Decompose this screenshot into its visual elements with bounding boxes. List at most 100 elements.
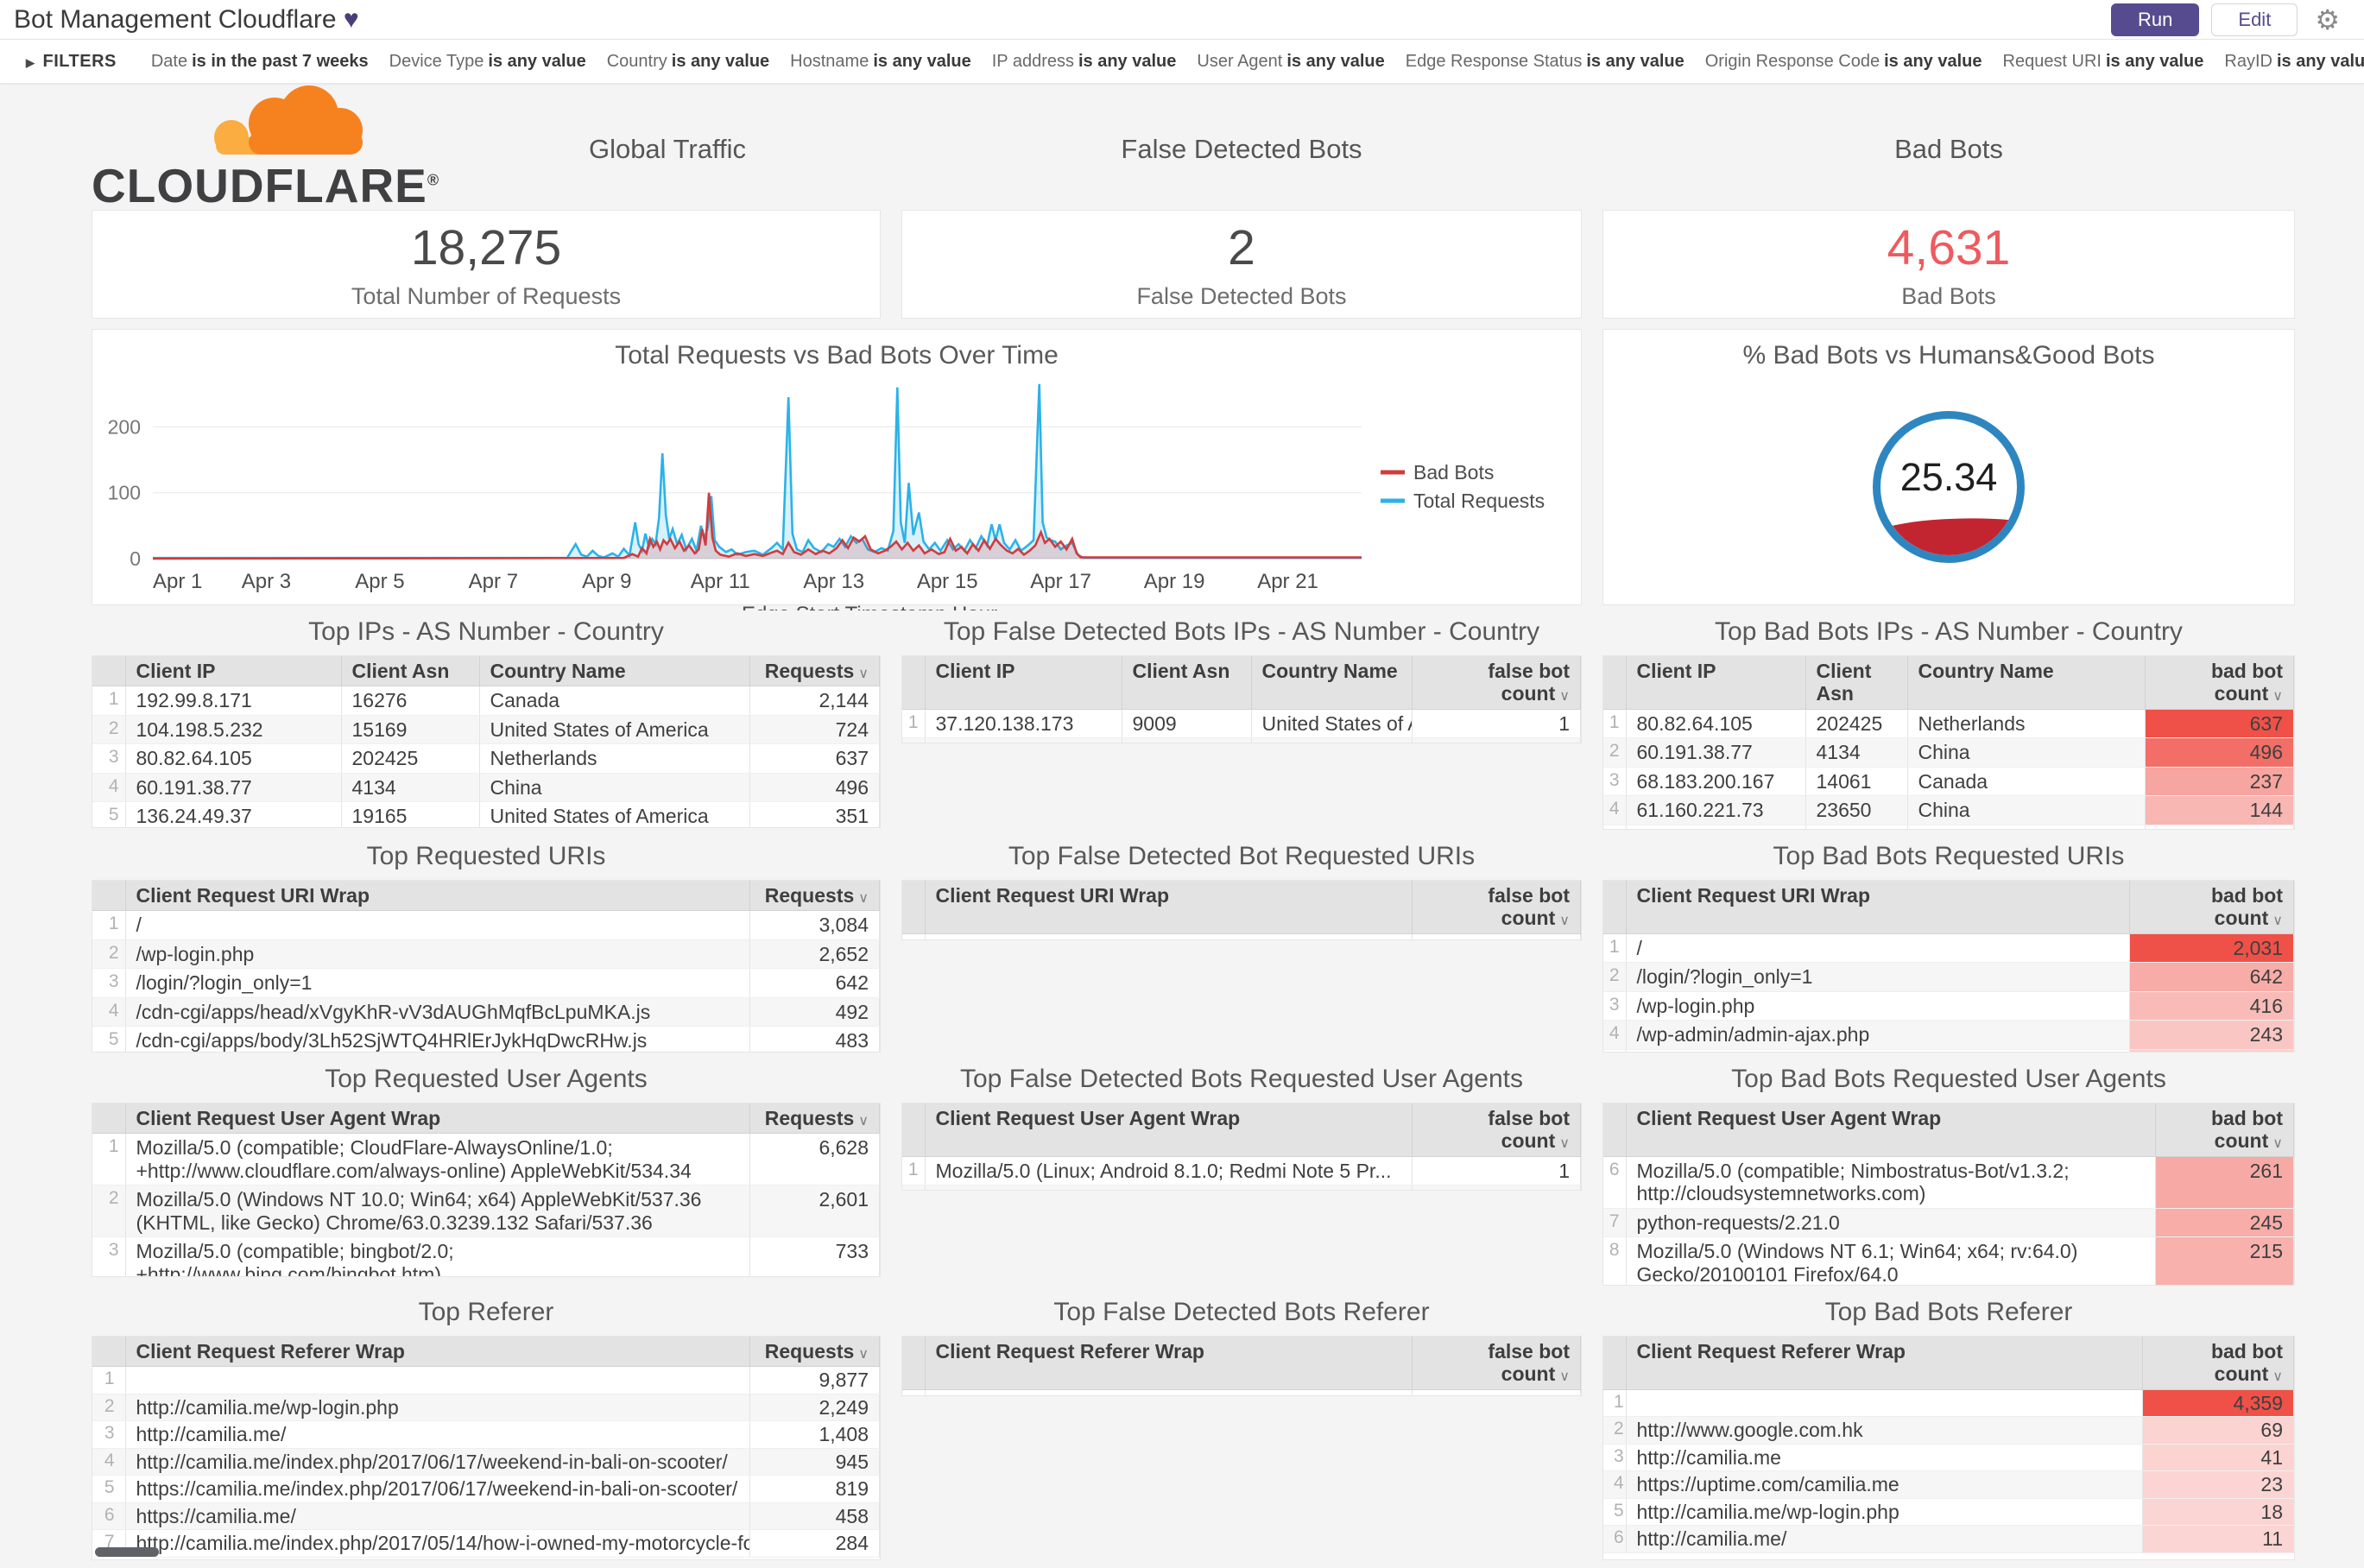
gauge-value: 25.34 xyxy=(1899,455,1998,499)
data-table-card: Client Request User Agent Wrap false bot … xyxy=(901,1103,1582,1191)
column-header[interactable]: Requests ∨ xyxy=(749,656,880,687)
column-header[interactable]: Client Asn xyxy=(1805,656,1908,710)
column-header[interactable]: Requests ∨ xyxy=(749,881,880,912)
table-cell: China xyxy=(1907,737,2146,768)
timeseries-card: Total Requests vs Bad Bots Over Time 0 10… xyxy=(92,329,1582,626)
row-number: 1 xyxy=(902,1156,926,1186)
column-header[interactable]: Client Request URI Wrap xyxy=(924,881,1413,934)
column-header[interactable]: Client IP xyxy=(1625,656,1806,710)
edit-button[interactable]: Edit xyxy=(2211,3,2298,36)
filter-condition: is any value xyxy=(1286,51,1385,71)
table-cell: 9,877 xyxy=(749,1366,880,1394)
data-table: Client Request Referer Wrap Requests ∨ 1 9,8… xyxy=(92,1337,880,1558)
table-row: 7 python-requests/2.21.0 245 xyxy=(1603,1208,2294,1238)
column-header[interactable]: Client Request Referer Wrap xyxy=(1625,1337,2143,1390)
filter-item[interactable]: IP address is any value xyxy=(992,52,1177,72)
table-cell: Canada xyxy=(479,686,750,716)
column-header[interactable]: Client Request User Agent Wrap xyxy=(924,1103,1413,1157)
data-table: Client Request URI Wrap Requests ∨ 1/3,084 2… xyxy=(92,881,880,1052)
topbar-actions: Run Edit ⚙ xyxy=(2111,3,2340,36)
column-header[interactable]: false bot count ∨ xyxy=(1412,1103,1581,1157)
row-number: 6 xyxy=(92,1502,126,1531)
sort-caret-icon: ∨ xyxy=(1559,1136,1570,1152)
filters-toggle[interactable]: ▶ FILTERS xyxy=(26,52,117,72)
table-cell: 59.100.254.130 xyxy=(925,737,1122,743)
table-cell: 60.191.38.77 xyxy=(125,773,342,803)
legend-item[interactable]: Bad Bots xyxy=(1413,461,1494,484)
table-header-row: Client Request URI Wrap false bot count ∨ xyxy=(902,881,1581,934)
x-axis-tick: Apr 7 xyxy=(469,570,518,593)
table-row: 2 60.191.38.77 4134 China 496 xyxy=(1603,737,2294,768)
column-header[interactable]: Client IP xyxy=(924,656,1122,710)
row-number: 5 xyxy=(92,1026,126,1052)
row-number-header xyxy=(902,881,926,934)
column-header[interactable]: Country Name xyxy=(478,656,750,687)
page-title: Bot Management Cloudflare ♥ xyxy=(14,5,359,35)
filter-item[interactable]: Hostname is any value xyxy=(790,52,971,72)
row-number: 1 xyxy=(1603,933,1627,964)
gear-icon[interactable]: ⚙ xyxy=(2315,6,2340,34)
filter-item[interactable]: Date is in the past 7 weeks xyxy=(151,52,369,72)
column-header[interactable]: Country Name xyxy=(1250,656,1413,710)
filter-field: Hostname xyxy=(790,51,869,71)
table-header-row: Client Request Referer Wrap Requests ∨ xyxy=(92,1337,880,1368)
filter-field: User Agent xyxy=(1197,51,1283,71)
column-header[interactable]: Requests ∨ xyxy=(749,1337,880,1368)
table-row: 3 http://camilia.me/1,408 xyxy=(92,1420,880,1449)
table-cell: 124 xyxy=(2129,1049,2294,1052)
filter-item[interactable]: Request URI is any value xyxy=(2003,52,2204,72)
x-axis-tick: Apr 11 xyxy=(691,570,750,593)
table-cell: 2 xyxy=(1412,1389,1581,1395)
filter-condition: is any value xyxy=(1078,51,1177,71)
table-cell: 237 xyxy=(2145,767,2294,797)
column-header[interactable]: Client Request Referer Wrap xyxy=(124,1337,750,1368)
column-header[interactable]: false bot count ∨ xyxy=(1412,881,1581,934)
filter-item[interactable]: Edge Response Status is any value xyxy=(1406,52,1685,72)
row-number-header xyxy=(92,1337,126,1368)
column-header[interactable]: bad bot count ∨ xyxy=(2155,1103,2294,1157)
table-sections: Top IPs - AS Number - Country Top False D… xyxy=(92,617,2298,1560)
table-cell: 637 xyxy=(2145,709,2294,739)
column-header[interactable]: bad bot count ∨ xyxy=(2142,1337,2294,1390)
filter-item[interactable]: Country is any value xyxy=(607,52,769,72)
run-button[interactable]: Run xyxy=(2111,3,2200,36)
column-header[interactable]: Client IP xyxy=(124,656,342,687)
legend-item[interactable]: Total Requests xyxy=(1413,490,1545,512)
column-header[interactable]: bad bot count ∨ xyxy=(2129,881,2294,934)
table-header-row: Client Request User Agent Wrap bad bot co… xyxy=(1603,1103,2294,1157)
table-cell: Netherlands xyxy=(479,743,750,774)
column-header[interactable]: Country Name xyxy=(1906,656,2146,710)
column-header[interactable]: Client Asn xyxy=(340,656,480,687)
row-number: 4 xyxy=(1603,795,1627,825)
section-title: Top False Detected Bot Requested URIs xyxy=(1008,842,1476,870)
column-header[interactable]: bad bot count ∨ xyxy=(2145,656,2294,710)
column-header[interactable]: Client Request Referer Wrap xyxy=(924,1337,1413,1390)
row-number: 4 xyxy=(1603,1470,1627,1499)
filter-item[interactable]: Origin Response Code is any value xyxy=(1705,52,1982,72)
sort-caret-icon: ∨ xyxy=(2272,1369,2283,1385)
table-row: 2/wp-login.php 2,652 xyxy=(92,939,880,970)
filter-item[interactable]: Device Type is any value xyxy=(389,52,586,72)
filter-item[interactable]: RayIDis any value xyxy=(2224,52,2364,72)
data-table: Client IP Client Asn Country Name false bot… xyxy=(902,656,1581,743)
row-number-header xyxy=(92,656,126,687)
table-cell: https://camilia.me/index.php/2017/06/17/… xyxy=(125,1475,750,1503)
table-cell: 2,249 xyxy=(749,1394,880,1422)
column-header[interactable]: Client Request URI Wrap xyxy=(1625,881,2130,934)
data-table: Client Request User Agent Wrap bad bot co… xyxy=(1603,1103,2294,1285)
horizontal-scrollbar-thumb[interactable] xyxy=(95,1547,159,1557)
column-header[interactable]: Requests ∨ xyxy=(749,1103,880,1135)
row-number: 3 xyxy=(92,743,126,774)
column-header[interactable]: Client Asn xyxy=(1121,656,1252,710)
gauge-title: % Bad Bots vs Humans&Good Bots xyxy=(1742,341,2155,370)
column-header[interactable]: false bot count ∨ xyxy=(1412,656,1581,710)
table-row: 3/login/?login_only=1 642 xyxy=(92,968,880,998)
column-header[interactable]: Client Request URI Wrap xyxy=(124,881,750,912)
table-cell: 144 xyxy=(2145,795,2294,825)
column-header[interactable]: Client Request User Agent Wrap xyxy=(1625,1103,2156,1157)
column-header[interactable]: Client Request User Agent Wrap xyxy=(124,1103,750,1135)
column-header[interactable]: false bot count ∨ xyxy=(1412,1337,1581,1390)
table-header-row: Client Request Referer Wrap false bot cou… xyxy=(902,1337,1581,1390)
filter-field: Edge Response Status xyxy=(1405,51,1583,71)
filter-item[interactable]: User Agent is any value xyxy=(1197,52,1384,72)
